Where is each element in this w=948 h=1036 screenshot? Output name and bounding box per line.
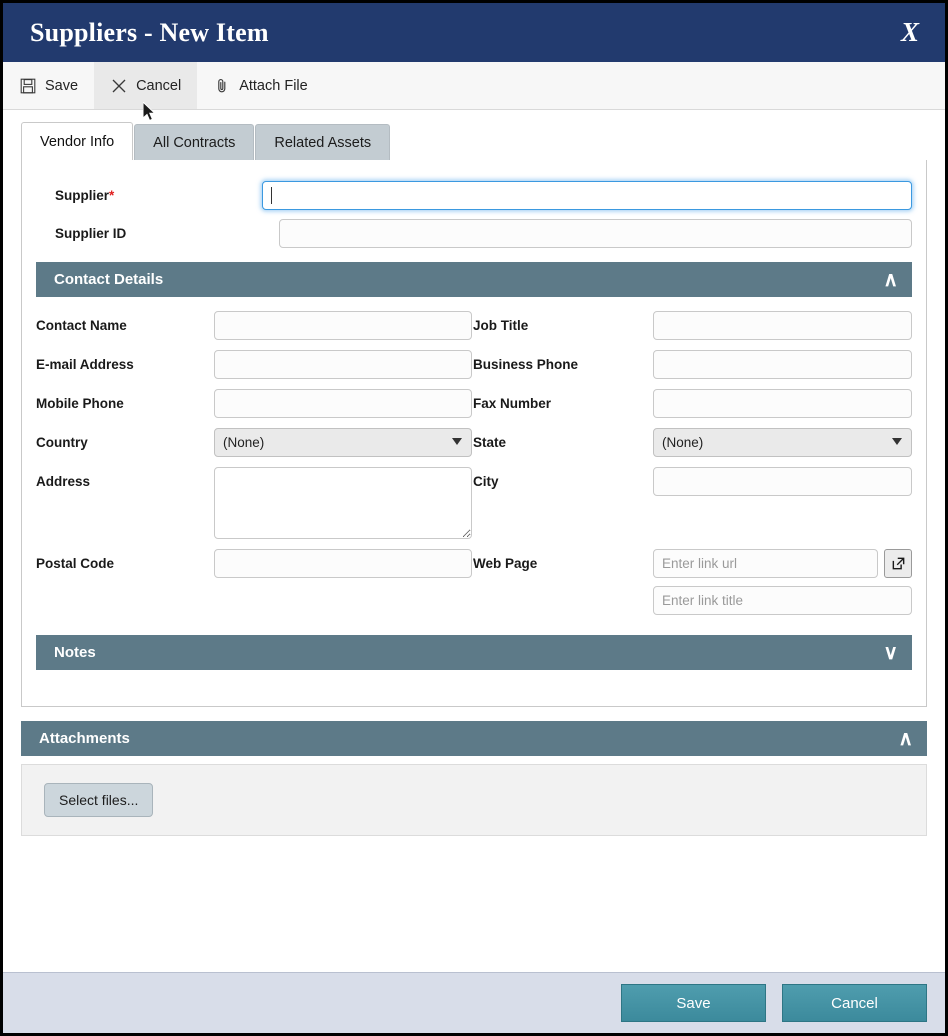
business-phone-field: Business Phone [473, 350, 912, 379]
chevron-up-icon: ∧ [883, 268, 898, 291]
field-row: Contact Name Job Title [36, 311, 912, 340]
page-title: Suppliers - New Item [30, 17, 269, 47]
mobile-phone-input[interactable] [214, 389, 472, 418]
supplier-input[interactable] [262, 180, 912, 210]
attachments-section: Attachments ∧ Select files... [21, 721, 927, 836]
contact-details-title: Contact Details [54, 271, 164, 288]
state-label: State [473, 435, 507, 450]
notes-title: Notes [54, 644, 96, 661]
attachments-title: Attachments [39, 730, 130, 747]
external-link-icon [892, 557, 904, 570]
business-phone-label: Business Phone [473, 357, 579, 372]
paperclip-icon [213, 77, 230, 94]
business-phone-input[interactable] [653, 350, 912, 379]
country-field: Country (None) [36, 428, 473, 457]
link-url-row [653, 549, 912, 578]
mobile-phone-label: Mobile Phone [36, 396, 124, 411]
link-title-row [653, 586, 912, 615]
cancel-button[interactable]: Cancel [94, 62, 198, 109]
footer-cancel-button[interactable]: Cancel [782, 984, 927, 1022]
tabstrip: Vendor Info All Contracts Related Assets [21, 122, 927, 160]
content-spacer [3, 836, 945, 972]
email-address-label: E-mail Address [36, 357, 134, 372]
contact-name-input[interactable] [214, 311, 472, 340]
link-url-input[interactable] [653, 549, 878, 578]
city-input[interactable] [653, 467, 912, 496]
field-row: Mobile Phone Fax Number [36, 389, 912, 418]
field-row: Country (None) State (None) [36, 428, 912, 457]
contact-name-field: Contact Name [36, 311, 473, 340]
supplier-id-input[interactable] [278, 218, 912, 248]
attach-file-label: Attach File [239, 77, 308, 94]
close-icon[interactable]: X [893, 17, 927, 48]
fax-number-field: Fax Number [473, 389, 912, 418]
state-select[interactable]: (None) [653, 428, 912, 457]
tabstrip-container: Vendor Info All Contracts Related Assets [3, 110, 945, 160]
web-page-field: Web Page [473, 549, 912, 615]
chevron-up-icon: ∧ [898, 727, 913, 750]
email-address-field: E-mail Address [36, 350, 473, 379]
field-row: Address City [36, 467, 912, 539]
address-field: Address [36, 467, 473, 539]
vendor-info-panel: Supplier* Supplier ID Contact Details ∧ … [21, 159, 927, 707]
attachments-header[interactable]: Attachments ∧ [21, 721, 927, 756]
attachments-body: Select files... [21, 764, 927, 836]
attach-file-button[interactable]: Attach File [197, 62, 324, 109]
address-textarea[interactable] [214, 467, 472, 539]
mobile-phone-field: Mobile Phone [36, 389, 473, 418]
supplier-input-wrap [262, 180, 912, 210]
save-button[interactable]: Save [3, 62, 94, 109]
country-select-wrap: (None) [214, 428, 472, 457]
city-label: City [473, 474, 499, 489]
select-files-button[interactable]: Select files... [44, 783, 154, 817]
supplier-new-item-dialog: Suppliers - New Item X Save Cancel Attac… [0, 0, 948, 1036]
postal-code-label: Postal Code [36, 556, 115, 571]
contact-details-header[interactable]: Contact Details ∧ [36, 262, 912, 297]
tab-all-contracts[interactable]: All Contracts [134, 124, 255, 160]
contact-name-label: Contact Name [36, 318, 127, 333]
required-asterisk: * [109, 187, 115, 203]
web-page-inputs [653, 549, 912, 615]
cancel-button-label: Cancel [136, 77, 182, 94]
field-row: E-mail Address Business Phone [36, 350, 912, 379]
web-page-label: Web Page [473, 556, 538, 571]
close-x-icon [110, 77, 127, 94]
job-title-input[interactable] [653, 311, 912, 340]
country-select[interactable]: (None) [214, 428, 472, 457]
supplier-id-label: Supplier ID [55, 225, 127, 241]
contact-details-fields: Contact Name Job Title E-mail Address Bu… [36, 297, 912, 631]
job-title-field: Job Title [473, 311, 912, 340]
title-bar: Suppliers - New Item X [3, 3, 945, 62]
text-caret [271, 186, 272, 204]
field-row: Postal Code Web Page [36, 549, 912, 615]
open-external-link-button[interactable] [884, 549, 912, 578]
chevron-down-icon: ∨ [883, 641, 898, 664]
supplier-row: Supplier* [36, 176, 912, 214]
fax-number-label: Fax Number [473, 396, 552, 411]
footer-save-button[interactable]: Save [621, 984, 766, 1022]
city-field: City [473, 467, 912, 496]
save-button-label: Save [45, 77, 79, 94]
tab-related-assets[interactable]: Related Assets [255, 124, 391, 160]
notes-body-collapsed [36, 670, 912, 692]
supplier-id-row: Supplier ID [36, 214, 912, 252]
country-label: Country [36, 435, 88, 450]
toolbar: Save Cancel Attach File [3, 62, 945, 110]
tab-vendor-info[interactable]: Vendor Info [21, 122, 134, 160]
address-label: Address [36, 474, 91, 489]
fax-number-input[interactable] [653, 389, 912, 418]
dialog-footer: Save Cancel [3, 972, 945, 1033]
notes-header[interactable]: Notes ∨ [36, 635, 912, 670]
postal-code-input[interactable] [214, 549, 472, 578]
postal-code-field: Postal Code [36, 549, 473, 578]
job-title-label: Job Title [473, 318, 529, 333]
email-address-input[interactable] [214, 350, 472, 379]
save-floppy-icon [19, 77, 36, 94]
link-title-input[interactable] [653, 586, 912, 615]
state-field: State (None) [473, 428, 912, 457]
state-select-wrap: (None) [653, 428, 912, 457]
supplier-label: Supplier* [55, 187, 115, 203]
